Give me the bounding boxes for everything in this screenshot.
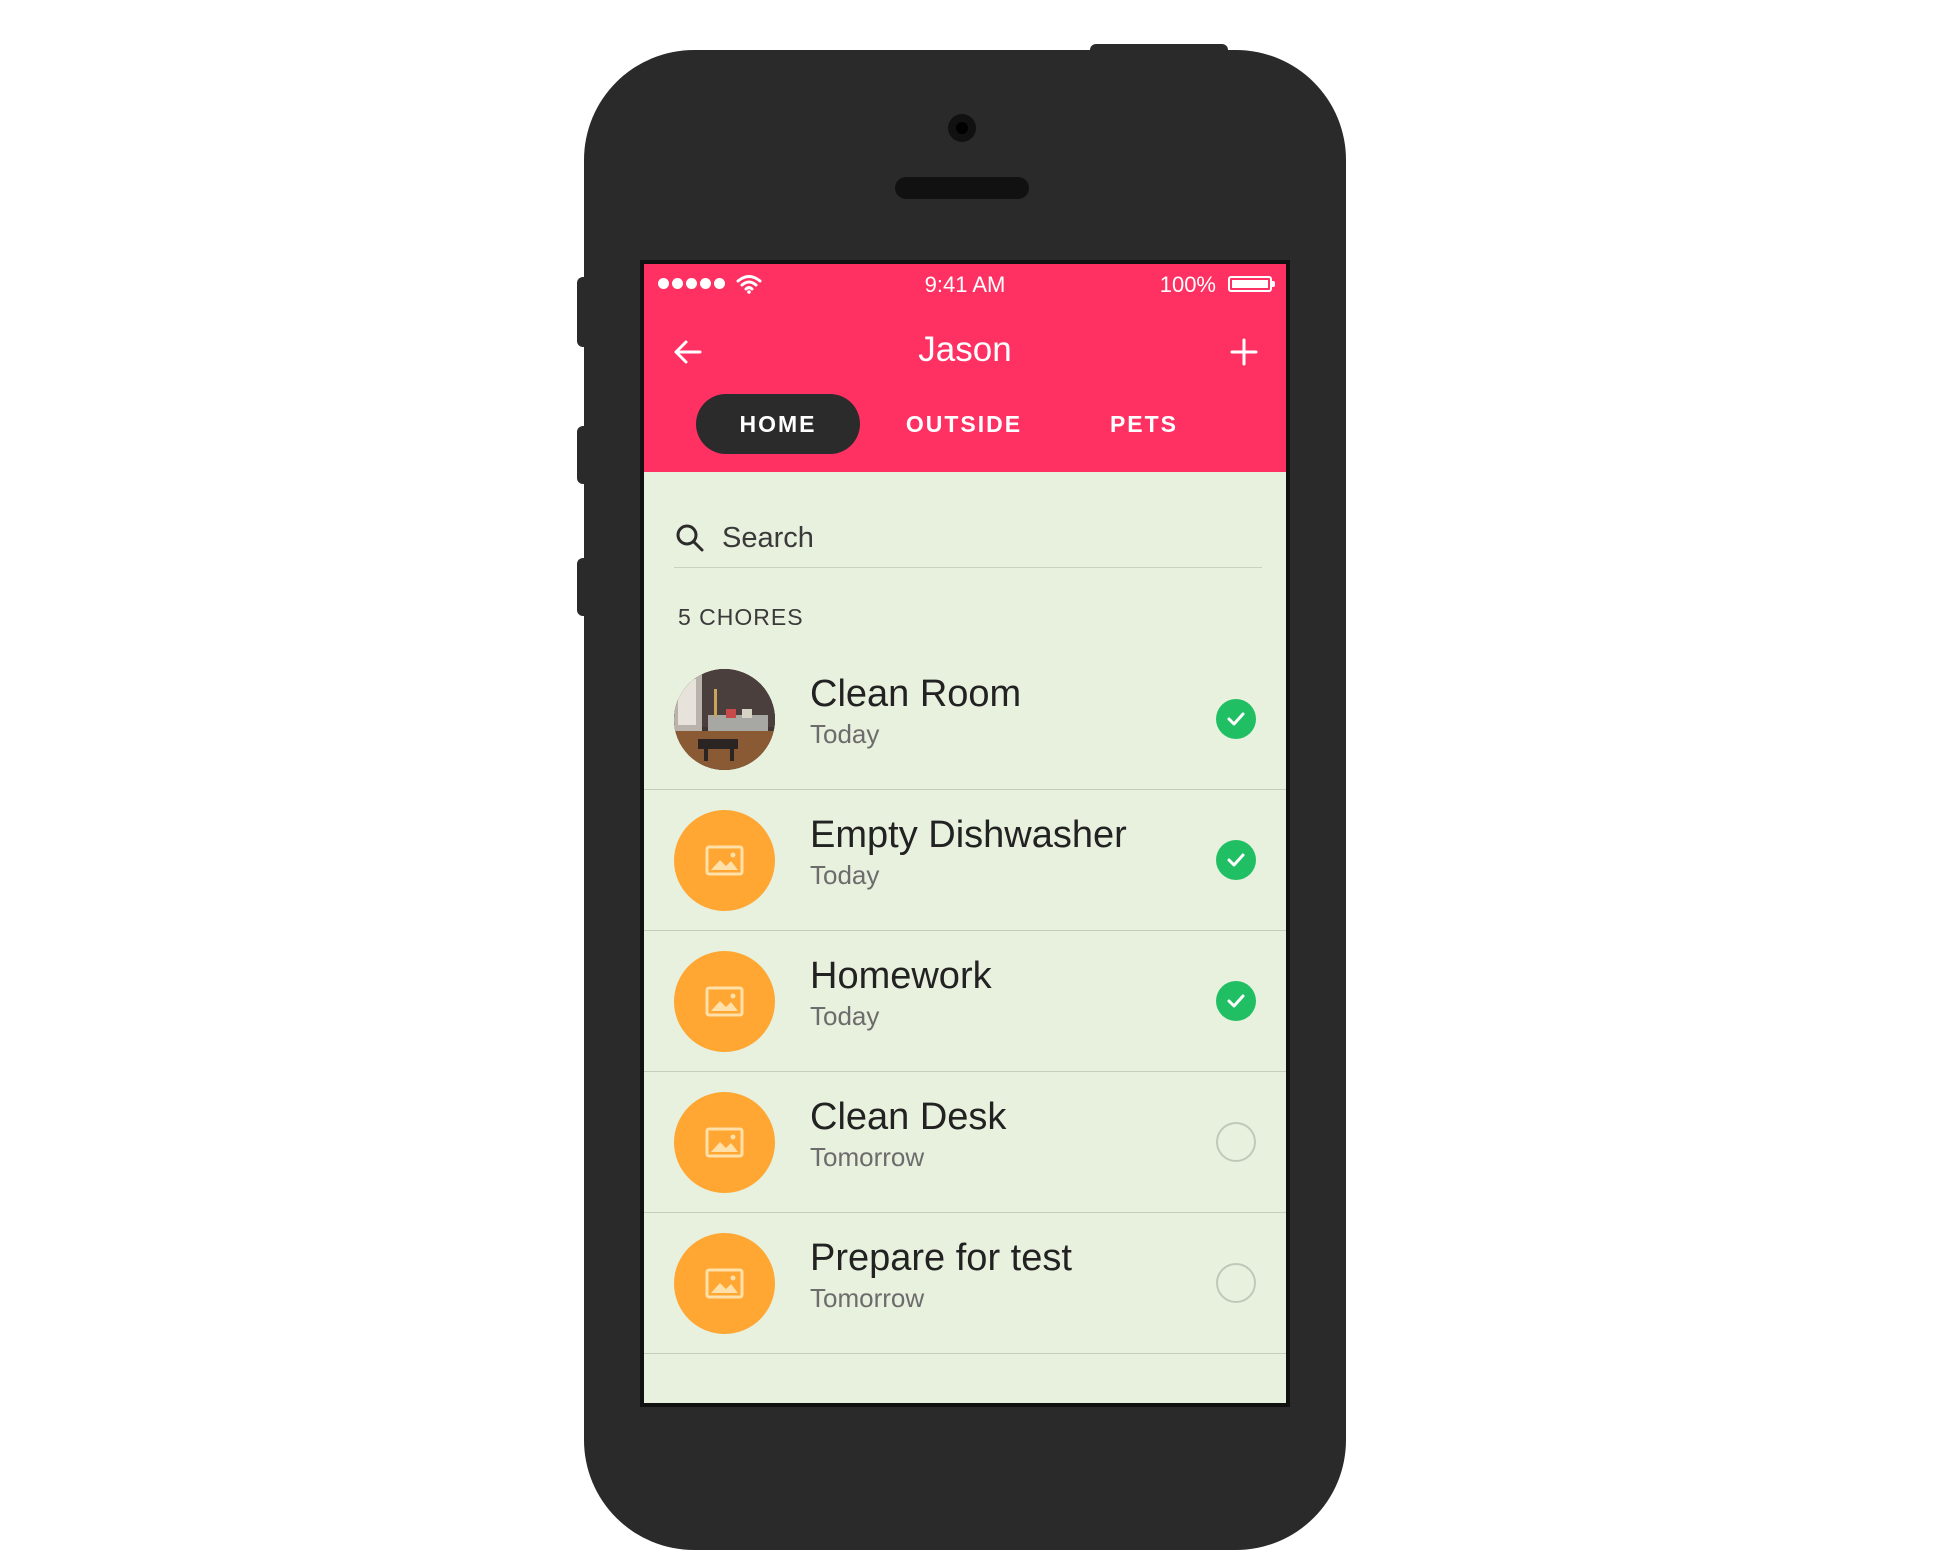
status-bar: 9:41 AM 100% (644, 264, 1286, 302)
chore-row[interactable]: Homework Today (644, 931, 1286, 1072)
completed-check-icon[interactable] (1216, 699, 1256, 739)
room-photo (674, 669, 775, 770)
chore-title: Clean Room (810, 673, 1022, 715)
chore-row[interactable]: Prepare for test Tomorrow (644, 1213, 1286, 1354)
chore-row[interactable]: Clean Desk Tomorrow (644, 1072, 1286, 1213)
volume-up-button (577, 426, 589, 484)
completed-check-icon[interactable] (1216, 981, 1256, 1021)
earpiece-speaker (895, 177, 1029, 199)
tab-home[interactable]: HOME (696, 394, 860, 454)
incomplete-circle-icon[interactable] (1216, 1122, 1256, 1162)
app-screen: 9:41 AM 100% Jason HOME OUTSIDE PETS Sea… (644, 264, 1286, 1403)
chore-due: Today (810, 860, 880, 890)
category-tabs: HOME OUTSIDE PETS (644, 394, 1286, 454)
image-placeholder-icon (674, 951, 775, 1052)
app-header: 9:41 AM 100% Jason HOME OUTSIDE PETS (644, 264, 1286, 472)
chore-title: Homework (810, 955, 992, 997)
mute-switch (577, 277, 589, 347)
search-input[interactable]: Search (674, 508, 1262, 568)
search-icon (676, 524, 704, 552)
battery-icon (1228, 276, 1275, 292)
chore-due: Today (810, 719, 880, 749)
phone-screen: 9:41 AM 100% Jason HOME OUTSIDE PETS Sea… (640, 260, 1290, 1407)
chore-title: Empty Dishwasher (810, 814, 1127, 856)
completed-check-icon[interactable] (1216, 840, 1256, 880)
chore-row[interactable]: Clean Room Today (644, 649, 1286, 790)
tab-outside[interactable]: OUTSIDE (884, 394, 1044, 454)
chore-due: Tomorrow (810, 1283, 925, 1313)
image-placeholder-icon (674, 1233, 775, 1334)
incomplete-circle-icon[interactable] (1216, 1263, 1256, 1303)
battery-percentage: 100% (1159, 272, 1216, 297)
search-placeholder: Search (722, 522, 814, 554)
volume-down-button (577, 558, 589, 616)
plus-icon[interactable] (1228, 336, 1260, 368)
chore-title: Prepare for test (810, 1237, 1072, 1279)
power-button (1090, 44, 1228, 56)
chores-count: 5 CHORES (678, 604, 804, 630)
chore-row[interactable]: Empty Dishwasher Today (644, 790, 1286, 931)
image-placeholder-icon (674, 810, 775, 911)
front-camera (948, 114, 976, 142)
tab-pets[interactable]: PETS (1064, 394, 1224, 454)
chore-title: Clean Desk (810, 1096, 1007, 1138)
chore-due: Today (810, 1001, 880, 1031)
chore-due: Tomorrow (810, 1142, 925, 1172)
page-title: Jason (918, 330, 1012, 369)
image-placeholder-icon (674, 1092, 775, 1193)
chore-list: Clean Room Today Empty Dishwasher Today (644, 649, 1286, 1354)
